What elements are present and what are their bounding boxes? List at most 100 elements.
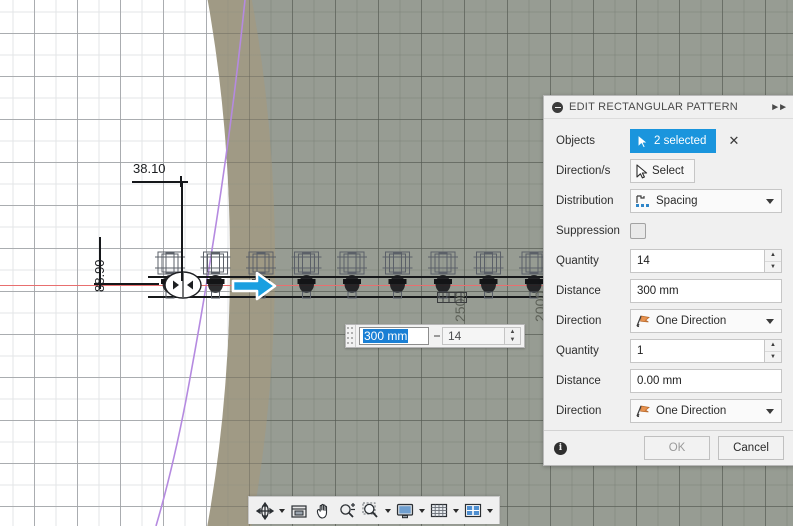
row-control-3 bbox=[630, 223, 782, 239]
cursor-arrow-icon bbox=[637, 133, 649, 148]
dialog-row-distribution: Distribution Spacing bbox=[544, 186, 793, 216]
rail-top-line bbox=[148, 276, 543, 278]
dialog-title: EDIT RECTANGULAR PATTERN bbox=[569, 101, 738, 113]
zoom-tool[interactable] bbox=[335, 499, 359, 522]
viewports-chevron-down-icon[interactable] bbox=[485, 499, 495, 522]
dim-38-text[interactable]: 38.10 bbox=[133, 161, 166, 176]
ok-button[interactable]: OK bbox=[644, 436, 710, 460]
dialog-body: Objects 2 selected ✕ Direction/s Select Distr… bbox=[544, 119, 793, 430]
inline-spinner-down[interactable]: ▼ bbox=[505, 336, 520, 344]
inline-dimension-editor[interactable]: 300 mm 14 ▲ ▼ bbox=[345, 324, 525, 348]
row-control-2: Spacing bbox=[630, 189, 782, 213]
quantity-spinner-7[interactable]: ▲ ▼ bbox=[764, 339, 782, 363]
direction-dropdown-9[interactable]: One Direction bbox=[630, 399, 782, 423]
chevron-down-icon[interactable] bbox=[766, 408, 774, 414]
inline-quantity-input[interactable]: 14 bbox=[442, 327, 504, 345]
orbit-icon bbox=[256, 501, 274, 520]
suppression-checkbox[interactable] bbox=[630, 223, 646, 239]
display-monitor-icon bbox=[396, 503, 414, 518]
directions-select-label: Select bbox=[652, 165, 684, 177]
inline-editor-grip[interactable] bbox=[346, 325, 356, 347]
row-label-9: Direction bbox=[556, 405, 602, 417]
grid-and-snaps[interactable] bbox=[427, 499, 451, 522]
navigation-toolbar[interactable] bbox=[248, 496, 500, 524]
inline-quantity-spinner[interactable]: ▲ ▼ bbox=[504, 327, 521, 345]
zoom-window-tool-chevron-down-icon[interactable] bbox=[383, 499, 393, 522]
inline-editor-handle[interactable] bbox=[432, 325, 442, 347]
spacing-distribution-icon bbox=[636, 195, 649, 207]
collapse-minus-icon[interactable] bbox=[552, 101, 563, 113]
row-label-6: Direction bbox=[556, 315, 602, 327]
pan-hand-icon bbox=[316, 503, 328, 519]
row-control-4: 14 ▲ ▼ bbox=[630, 249, 782, 273]
spinner-up-7[interactable]: ▲ bbox=[765, 340, 781, 352]
row-control-1: Select bbox=[630, 159, 782, 183]
row-label-1: Direction/s bbox=[556, 165, 611, 177]
dialog-row-objects: Objects 2 selected ✕ bbox=[544, 126, 793, 156]
dialog-row-direction: Direction One Direction bbox=[544, 396, 793, 426]
row-control-9: One Direction bbox=[630, 399, 782, 423]
grid-icon bbox=[430, 503, 448, 517]
orbit-tool-chevron-down-icon[interactable] bbox=[277, 499, 287, 522]
rail-bottom-line bbox=[148, 296, 543, 298]
row-label-0: Objects bbox=[556, 135, 595, 147]
row-control-8: 0.00 mm bbox=[630, 369, 782, 393]
row-control-7: 1 ▲ ▼ bbox=[630, 339, 782, 363]
quantity-input-4[interactable]: 14 bbox=[630, 249, 764, 273]
row-label-2: Distribution bbox=[556, 195, 614, 207]
inline-distance-value: 300 mm bbox=[363, 329, 409, 343]
direction-flag-icon bbox=[636, 315, 650, 328]
chevron-down-icon[interactable] bbox=[766, 198, 774, 204]
display-settings-chevron-down-icon[interactable] bbox=[417, 499, 427, 522]
grid-and-snaps-chevron-down-icon[interactable] bbox=[451, 499, 461, 522]
dropdown-value-2: Spacing bbox=[656, 195, 698, 207]
spinner-down-4[interactable]: ▼ bbox=[765, 262, 781, 273]
dialog-footer: i OK Cancel bbox=[544, 430, 793, 465]
dialog-header[interactable]: EDIT RECTANGULAR PATTERN ►► bbox=[544, 96, 793, 119]
cursor-arrow-icon bbox=[636, 163, 648, 178]
row-label-7: Quantity bbox=[556, 345, 599, 357]
dropdown-value-6: One Direction bbox=[656, 315, 727, 327]
blue-right-arrow-icon[interactable] bbox=[231, 270, 277, 302]
inline-spinner-up[interactable]: ▲ bbox=[505, 328, 520, 336]
dialog-row-direction-s: Direction/s Select bbox=[544, 156, 793, 186]
quantity-spinner-4[interactable]: ▲ ▼ bbox=[764, 249, 782, 273]
edit-rectangular-pattern-dialog[interactable]: EDIT RECTANGULAR PATTERN ►► Objects 2 sel… bbox=[543, 95, 793, 466]
orbit-tool[interactable] bbox=[253, 499, 277, 522]
dim-88-text[interactable]: 88.90 bbox=[92, 259, 107, 292]
direction-dropdown-6[interactable]: One Direction bbox=[630, 309, 782, 333]
distance-input-8[interactable]: 0.00 mm bbox=[630, 369, 782, 393]
row-control-6: One Direction bbox=[630, 309, 782, 333]
spinner-down-7[interactable]: ▼ bbox=[765, 352, 781, 363]
distance-input-5[interactable]: 300 mm bbox=[630, 279, 782, 303]
spinner-up-4[interactable]: ▲ bbox=[765, 250, 781, 262]
quantity-stepper-4[interactable]: 14 ▲ ▼ bbox=[630, 249, 782, 273]
dialog-row-distance: Distance 300 mm bbox=[544, 276, 793, 306]
viewports[interactable] bbox=[461, 499, 485, 522]
look-at-icon bbox=[291, 504, 307, 518]
quantity-stepper-7[interactable]: 1 ▲ ▼ bbox=[630, 339, 782, 363]
look-at-tool[interactable] bbox=[287, 499, 311, 522]
chevron-down-icon[interactable] bbox=[766, 318, 774, 324]
inline-distance-input[interactable]: 300 mm bbox=[359, 327, 429, 345]
row-label-8: Distance bbox=[556, 375, 601, 387]
zoom-window-tool[interactable] bbox=[359, 499, 383, 522]
distribution-dropdown-2[interactable]: Spacing bbox=[630, 189, 782, 213]
bidirectional-drag-handle[interactable] bbox=[164, 271, 202, 299]
row-control-0: 2 selected ✕ bbox=[630, 129, 782, 153]
info-icon[interactable]: i bbox=[554, 441, 567, 455]
direction-flag-icon bbox=[636, 405, 650, 418]
dim-marker-icon bbox=[437, 292, 467, 303]
directions-select-button[interactable]: Select bbox=[630, 159, 695, 183]
cancel-button[interactable]: Cancel bbox=[718, 436, 784, 460]
dialog-row-quantity: Quantity 14 ▲ ▼ bbox=[544, 246, 793, 276]
objects-select-button[interactable]: 2 selected bbox=[630, 129, 717, 153]
row-label-3: Suppression bbox=[556, 225, 620, 237]
display-settings[interactable] bbox=[393, 499, 417, 522]
quantity-input-7[interactable]: 1 bbox=[630, 339, 764, 363]
zoom-window-icon bbox=[362, 502, 378, 518]
zoom-plusminus-icon bbox=[340, 502, 355, 518]
pan-tool[interactable] bbox=[311, 499, 335, 522]
clear-selection-icon[interactable]: ✕ bbox=[728, 135, 739, 148]
double-chevron-right-icon[interactable]: ►► bbox=[770, 102, 788, 113]
